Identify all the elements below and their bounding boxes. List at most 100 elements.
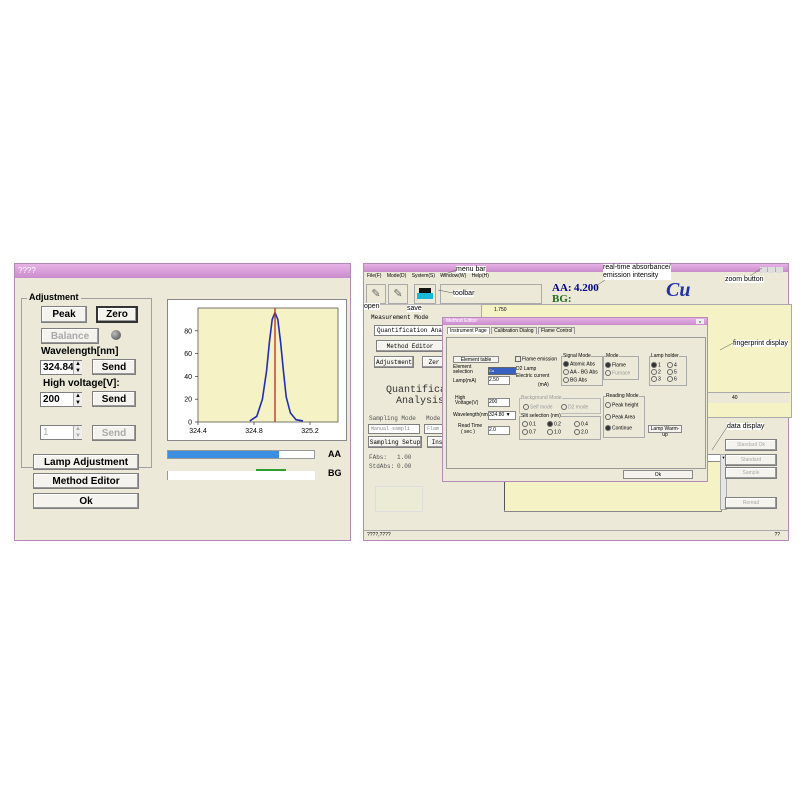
ok-button[interactable]: Ok: [33, 493, 139, 509]
aa-label: AA: [328, 449, 341, 459]
wavelength-send-button[interactable]: Send: [92, 359, 136, 375]
y-tick-label-1: 20: [184, 397, 192, 404]
gain-send-button[interactable]: Send: [92, 425, 136, 441]
element-table-button[interactable]: Element table: [453, 356, 499, 363]
lamp-holder-5-label: 5: [674, 369, 677, 376]
print-icon[interactable]: [414, 284, 436, 304]
signal-mode-atomic-abs-label: Atomic Abs: [570, 361, 596, 368]
voltage-label: High voltage[V]:: [43, 378, 120, 389]
x-tick-label-2: 325.2: [301, 428, 319, 435]
reading-peak-height[interactable]: Peak height: [605, 402, 638, 408]
voltage-send-button[interactable]: Send: [92, 391, 136, 407]
menu-item-system[interactable]: System(S): [412, 273, 435, 279]
lamp-input-value: 2.50: [489, 377, 499, 383]
wavelength-spinner[interactable]: ▲ ▼: [73, 361, 82, 374]
sampling-mode-label: Sampling Mode: [369, 415, 416, 422]
sample-button[interactable]: Sample: [725, 467, 777, 479]
lamp-holder-1-label: 1: [658, 362, 661, 369]
flame-emission-label: Flame emission: [522, 356, 558, 363]
mode-furnace-label: Furnace: [612, 370, 631, 377]
peak-button[interactable]: Peak: [41, 306, 87, 323]
mode-furnace[interactable]: Furnace: [605, 370, 630, 376]
tab-flame-control[interactable]: Flame Control: [537, 327, 576, 334]
method-editor-button[interactable]: Method Editor: [33, 473, 139, 489]
reread-button[interactable]: Reread: [725, 497, 777, 509]
peak-chart: 0 20 40 60 80 324.4 324.8 325.2: [167, 299, 347, 441]
status-led-icon: [111, 330, 121, 340]
adjustment-group-label: Adjustment: [27, 292, 81, 302]
voltage-spinner[interactable]: ▲ ▼: [73, 393, 82, 406]
zero-button[interactable]: Zero: [96, 306, 138, 323]
dialog-close-icon[interactable]: x: [696, 319, 704, 324]
save-button[interactable]: ✎: [388, 284, 408, 304]
slit-07[interactable]: 0.7: [522, 429, 536, 435]
slit-10[interactable]: 1.0: [547, 429, 561, 435]
tab-instrument-page[interactable]: Instrument Page: [447, 327, 490, 334]
slit-04[interactable]: 0.4: [574, 421, 588, 427]
adjustment-button[interactable]: Adjustment: [374, 356, 414, 368]
callout-menu-bar: menu bar: [456, 266, 486, 273]
read-time-unit: ( sec ): [461, 429, 475, 435]
gain-spinner[interactable]: ▲ ▼: [73, 426, 82, 439]
slit-10-label: 1.0: [554, 429, 561, 436]
method-editor-button-main[interactable]: Method Editor: [376, 340, 444, 352]
lamp-warmup-button[interactable]: Lamp Warm-up: [648, 425, 682, 438]
y-tick-label-0: 0: [188, 420, 192, 427]
open-button[interactable]: ✎: [366, 284, 386, 304]
wavelength-select-dlg[interactable]: 324.80 ▼: [488, 411, 516, 420]
signal-mode-bg-abs[interactable]: BG Abs: [563, 377, 587, 383]
slit-20-label: 2.0: [581, 429, 588, 436]
readout-panel: AA: 4.200 BG: Cu: [546, 279, 790, 305]
lamp-holder-5[interactable]: 5: [667, 369, 677, 375]
lamp-holder-4[interactable]: 4: [667, 362, 677, 368]
flame-emission-checkbox[interactable]: Flame emission: [515, 356, 557, 362]
lamp-input[interactable]: 2.50: [488, 376, 510, 385]
sampling-setup-button[interactable]: Sampling Setup: [368, 436, 422, 448]
bg-mode-d2[interactable]: D2 mode: [561, 404, 588, 410]
bg-mode-d2-label: D2 mode: [568, 404, 589, 411]
slit-01-label: 0.1: [529, 421, 536, 428]
callout-realtime: real-time absorbance/ emission intensity: [603, 264, 671, 280]
electric-current-label: Electric current: [516, 373, 550, 379]
measurement-mode-select[interactable]: Quantification Analy: [374, 325, 450, 336]
reading-peak-area-label: Peak Area: [612, 414, 636, 421]
lamp-holder-6[interactable]: 6: [667, 376, 677, 382]
slit-20[interactable]: 2.0: [574, 429, 588, 435]
standard-ok-button[interactable]: Standard Ok: [725, 439, 777, 451]
mode-text-line2: Analysis: [396, 396, 445, 407]
signal-mode-atomic-abs[interactable]: Atomic Abs: [563, 361, 595, 367]
slit-02[interactable]: 0.2: [547, 421, 561, 427]
standard-button[interactable]: Standard: [725, 454, 777, 466]
lamp-holder-3[interactable]: 3: [651, 376, 661, 382]
balance-button[interactable]: Balance: [41, 328, 99, 344]
read-time-input[interactable]: 2.0: [488, 426, 510, 435]
lamp-holder-1[interactable]: 1: [651, 362, 661, 368]
element-select[interactable]: Cu: [488, 367, 516, 375]
menu-item-help[interactable]: Help(H): [472, 273, 489, 279]
high-voltage-input[interactable]: 200: [488, 398, 510, 407]
sampling-mode-select[interactable]: Manual sampli: [368, 424, 420, 434]
reading-peak-area[interactable]: Peak Area: [605, 414, 635, 420]
main-title: [364, 264, 788, 272]
dialog-ok-button[interactable]: Ok: [623, 470, 693, 479]
menu-item-mode[interactable]: Mode(D): [387, 273, 406, 279]
abs-label: FAbs:: [369, 454, 388, 461]
window-controls[interactable]: [760, 264, 786, 273]
reading-continue[interactable]: Continue: [605, 425, 632, 431]
lamp-label: Lamp(mA): [453, 378, 477, 384]
mode-flame[interactable]: Flame: [605, 362, 626, 368]
signal-mode-aa-bg[interactable]: AA - BG Abs: [563, 369, 598, 375]
bg-mode-self[interactable]: Self mode: [523, 404, 553, 410]
lamp-holder-2[interactable]: 2: [651, 369, 661, 375]
lamp-adjustment-button[interactable]: Lamp Adjustment: [33, 454, 139, 470]
reading-mode-label: Reading Mode: [606, 393, 639, 399]
tab-calibration-dialog[interactable]: Calibration Dialog: [491, 327, 537, 334]
mode-label: Mode: [426, 415, 441, 422]
menu-item-window[interactable]: Window(W): [440, 273, 466, 279]
slit-01[interactable]: 0.1: [522, 421, 536, 427]
d2-lamp-label: D2 Lamp: [516, 366, 537, 372]
lamp-holder-6-label: 6: [674, 376, 677, 383]
menu-item-file[interactable]: File(F): [367, 273, 381, 279]
signal-mode-label: Signal Mode: [563, 353, 591, 359]
y-tick-label-2: 40: [184, 374, 192, 381]
